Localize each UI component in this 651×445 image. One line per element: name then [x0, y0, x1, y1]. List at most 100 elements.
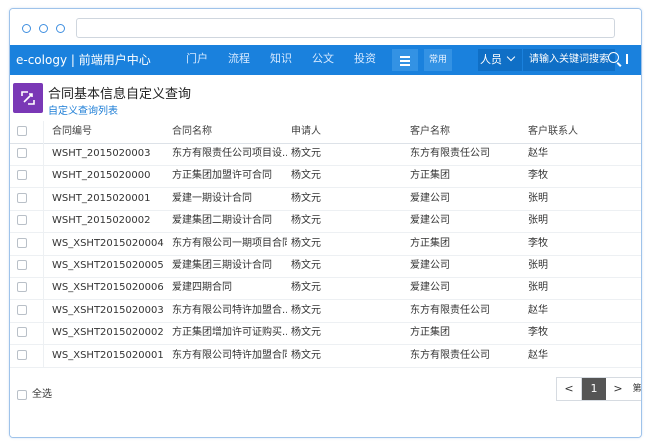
- chevron-down-icon: [506, 52, 516, 62]
- pagination: < 1 > 第: [556, 377, 642, 401]
- nav-item-document[interactable]: 公文: [312, 45, 334, 73]
- applicant-cell: 杨文元: [291, 170, 321, 182]
- contact-cell: 张明: [528, 260, 548, 271]
- contact-cell: 张明: [528, 192, 548, 204]
- table-header-row: 合同编号 合同名称 申请人 客户名称 客户联系人: [10, 121, 641, 144]
- table-row[interactable]: WS_XSHT2015020002 方正集团增加许可证购买... 杨文元 方正集团 李牧: [10, 322, 641, 346]
- column-divider: [43, 210, 44, 233]
- contract-name-cell[interactable]: 爱建集团二期设计合同: [172, 210, 287, 232]
- contact-cell: 赵华: [528, 304, 548, 316]
- nav-item-knowledge[interactable]: 知识: [270, 45, 292, 73]
- page-title: 合同基本信息自定义查询: [48, 87, 192, 102]
- contact-cell: 张明: [528, 215, 548, 227]
- table-row[interactable]: WSHT_2015020003 东方有限责任公司项目设... 杨文元 东方有限责任公司…: [10, 143, 641, 166]
- contract-name-cell[interactable]: 爱建集团三期设计合同: [172, 255, 287, 277]
- row-checkbox[interactable]: [17, 192, 27, 203]
- table-row[interactable]: WSHT_2015020002 爱建集团二期设计合同 杨文元 爱建公司 张明: [10, 210, 641, 234]
- contract-name-cell[interactable]: 爱建一期设计合同: [172, 188, 287, 210]
- applicant-cell: 杨文元: [291, 148, 321, 159]
- applicant-cell: 杨文元: [291, 349, 321, 361]
- contract-name-cell[interactable]: 爱建四期合同: [172, 277, 287, 299]
- search-input[interactable]: 请输入关键词搜索: [523, 49, 615, 71]
- column-divider: [43, 344, 44, 367]
- top-navbar: e-cology | 前端用户中心 门户 流程 知识 公文 投资 常用 人员 请…: [10, 45, 641, 75]
- power-icon[interactable]: [626, 54, 628, 64]
- contract-name-cell[interactable]: 东方有限公司特许加盟合...: [172, 300, 287, 322]
- address-bar[interactable]: [76, 18, 615, 38]
- page-1-button[interactable]: 1: [582, 378, 606, 400]
- customer-cell: 方正集团: [410, 170, 450, 182]
- contact-cell: 赵华: [528, 148, 548, 159]
- contract-no-cell: WSHT_2015020002: [52, 215, 151, 227]
- applicant-cell: 杨文元: [291, 192, 321, 204]
- row-checkbox[interactable]: [17, 327, 27, 338]
- applicant-cell: 杨文元: [291, 304, 321, 316]
- customer-cell: 方正集团: [410, 327, 450, 339]
- customer-cell: 爱建公司: [410, 215, 450, 227]
- contract-no-cell: WSHT_2015020001: [52, 192, 151, 204]
- contract-no-cell: WS_XSHT2015020004: [52, 237, 164, 249]
- column-header-contact[interactable]: 客户联系人: [528, 121, 638, 143]
- column-header-contract-no[interactable]: 合同编号: [52, 121, 170, 143]
- column-header-applicant[interactable]: 申请人: [291, 121, 406, 143]
- table-row[interactable]: WSHT_2015020000 方正集团加盟许可合同 杨文元 方正集团 李牧: [10, 165, 641, 189]
- contract-name-cell[interactable]: 方正集团加盟许可合同: [172, 165, 287, 187]
- window-dot-icon[interactable]: [22, 24, 31, 33]
- table-row[interactable]: WS_XSHT2015020006 爱建四期合同 杨文元 爱建公司 张明: [10, 277, 641, 301]
- select-all-checkbox[interactable]: [17, 390, 27, 400]
- nav-item-investment[interactable]: 投资: [354, 45, 376, 73]
- nav-item-portal[interactable]: 门户: [186, 45, 208, 73]
- menu-icon[interactable]: [392, 49, 418, 71]
- window-dot-icon[interactable]: [39, 24, 48, 33]
- window-dot-icon[interactable]: [56, 24, 65, 33]
- next-page-button[interactable]: >: [606, 378, 630, 400]
- table-row[interactable]: WS_XSHT2015020001 东方有限公司特许加盟合同 杨文元 东方有限责任公司…: [10, 344, 641, 368]
- contract-name-cell[interactable]: 东方有限责任公司项目设...: [172, 143, 287, 165]
- contract-no-cell: WS_XSHT2015020001: [52, 349, 164, 361]
- column-divider: [43, 322, 44, 345]
- contract-no-cell: WS_XSHT2015020002: [52, 327, 164, 339]
- search-icon[interactable]: [608, 52, 619, 63]
- customer-cell: 爱建公司: [410, 282, 450, 294]
- row-checkbox[interactable]: [17, 170, 27, 181]
- customer-cell: 爱建公司: [410, 192, 450, 204]
- column-divider: [43, 121, 44, 143]
- common-button[interactable]: 常用: [424, 49, 452, 71]
- column-header-customer[interactable]: 客户名称: [410, 121, 525, 143]
- applicant-cell: 杨文元: [291, 260, 321, 271]
- customer-cell: 爱建公司: [410, 260, 450, 271]
- contract-name-cell[interactable]: 东方有限公司一期项目合同: [172, 233, 287, 255]
- nav-item-workflow[interactable]: 流程: [228, 45, 250, 73]
- column-divider: [43, 299, 44, 322]
- contract-name-cell[interactable]: 方正集团增加许可证购买...: [172, 322, 287, 344]
- table-row[interactable]: WS_XSHT2015020004 东方有限公司一期项目合同 杨文元 方正集团 李牧: [10, 232, 641, 256]
- customer-cell: 方正集团: [410, 237, 450, 249]
- select-all-header-checkbox[interactable]: [17, 126, 27, 136]
- contract-no-cell: WSHT_2015020000: [52, 170, 151, 182]
- row-checkbox[interactable]: [17, 237, 27, 248]
- row-checkbox[interactable]: [17, 215, 27, 226]
- table-row[interactable]: WS_XSHT2015020005 爱建集团三期设计合同 杨文元 爱建公司 张明: [10, 255, 641, 278]
- row-checkbox[interactable]: [17, 349, 27, 360]
- custom-query-list-link[interactable]: 自定义查询列表: [48, 102, 118, 117]
- row-checkbox[interactable]: [17, 304, 27, 315]
- column-divider: [43, 165, 44, 188]
- select-all-label[interactable]: 全选: [32, 386, 52, 404]
- brand-title[interactable]: e-cology | 前端用户中心: [16, 45, 151, 75]
- page-jump-label: 第: [632, 384, 642, 394]
- prev-page-button[interactable]: <: [557, 378, 582, 400]
- contract-no-cell: WS_XSHT2015020003: [52, 304, 164, 316]
- table-row[interactable]: WS_XSHT2015020003 东方有限公司特许加盟合... 杨文元 东方有限责任…: [10, 299, 641, 323]
- table-footer: 全选 < 1 > 第: [10, 369, 641, 437]
- applicant-cell: 杨文元: [291, 215, 321, 227]
- user-dropdown[interactable]: 人员: [478, 49, 522, 71]
- contact-cell: 李牧: [528, 237, 548, 249]
- row-checkbox[interactable]: [17, 148, 27, 158]
- contract-name-cell[interactable]: 东方有限公司特许加盟合同: [172, 345, 287, 367]
- contact-cell: 李牧: [528, 170, 548, 182]
- table-row[interactable]: WSHT_2015020001 爱建一期设计合同 杨文元 爱建公司 张明: [10, 187, 641, 211]
- row-checkbox[interactable]: [17, 260, 27, 270]
- row-checkbox[interactable]: [17, 282, 27, 293]
- column-header-contract-name[interactable]: 合同名称: [172, 121, 287, 143]
- column-divider: [43, 255, 44, 277]
